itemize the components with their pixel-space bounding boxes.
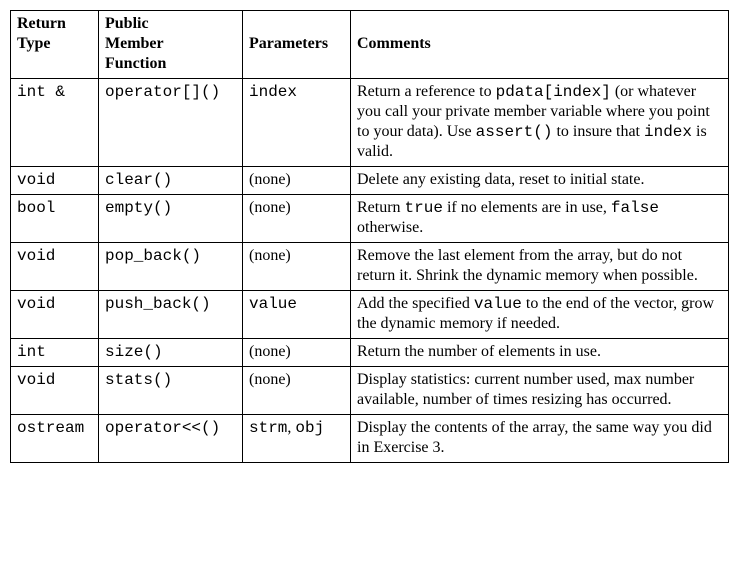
code-text: assert()	[476, 123, 553, 141]
header-text: Comments	[357, 35, 431, 52]
text: to insure that	[552, 123, 644, 140]
header-text: Public	[105, 15, 149, 32]
cell-comments: Return true if no elements are in use, f…	[351, 195, 729, 243]
text: Return a reference to	[357, 83, 496, 100]
cell-return-type: int &	[11, 79, 99, 167]
cell-parameters: value	[243, 291, 351, 339]
cell-return-type: void	[11, 291, 99, 339]
cell-parameters: (none)	[243, 339, 351, 367]
cell-parameters: (none)	[243, 167, 351, 195]
cell-comments: Display statistics: current number used,…	[351, 367, 729, 415]
text: Display the contents of the array, the s…	[357, 419, 712, 456]
table-row: bool empty() (none) Return true if no el…	[11, 195, 729, 243]
header-return-type: Return Type	[11, 11, 99, 79]
header-text: Function	[105, 55, 166, 72]
header-text: Type	[17, 35, 50, 52]
cell-member-function: size()	[99, 339, 243, 367]
cell-parameters: (none)	[243, 367, 351, 415]
cell-member-function: stats()	[99, 367, 243, 415]
cell-return-type: int	[11, 339, 99, 367]
header-parameters: Parameters	[243, 11, 351, 79]
cell-member-function: empty()	[99, 195, 243, 243]
header-text: Return	[17, 15, 66, 32]
header-comments: Comments	[351, 11, 729, 79]
cell-comments: Display the contents of the array, the s…	[351, 415, 729, 463]
cell-comments: Remove the last element from the array, …	[351, 243, 729, 291]
cell-comments: Add the specified value to the end of th…	[351, 291, 729, 339]
cell-parameters: (none)	[243, 195, 351, 243]
text: Add the specified	[357, 295, 474, 312]
code-text: index	[644, 123, 692, 141]
text: Delete any existing data, reset to initi…	[357, 171, 644, 188]
header-text: Parameters	[249, 35, 328, 52]
member-functions-table: Return Type Public Member Function Param…	[10, 10, 729, 463]
cell-parameters: index	[243, 79, 351, 167]
cell-comments: Return the number of elements in use.	[351, 339, 729, 367]
cell-return-type: ostream	[11, 415, 99, 463]
text: if no elements are in use,	[443, 199, 611, 216]
cell-member-function: operator[]()	[99, 79, 243, 167]
cell-parameters: strm, obj	[243, 415, 351, 463]
header-member-function: Public Member Function	[99, 11, 243, 79]
text: Return the number of elements in use.	[357, 343, 601, 360]
cell-member-function: pop_back()	[99, 243, 243, 291]
code-text: value	[474, 295, 522, 313]
code-text: true	[405, 199, 443, 217]
param-text: strm	[249, 419, 287, 437]
cell-member-function: push_back()	[99, 291, 243, 339]
table-row: void pop_back() (none) Remove the last e…	[11, 243, 729, 291]
cell-member-function: clear()	[99, 167, 243, 195]
code-text: false	[611, 199, 659, 217]
table-row: ostream operator<<() strm, obj Display t…	[11, 415, 729, 463]
cell-member-function: operator<<()	[99, 415, 243, 463]
cell-return-type: void	[11, 243, 99, 291]
table-row: void clear() (none) Delete any existing …	[11, 167, 729, 195]
code-text: pdata[index]	[496, 83, 611, 101]
table-row: void stats() (none) Display statistics: …	[11, 367, 729, 415]
text: Remove the last element from the array, …	[357, 247, 698, 284]
text: Display statistics: current number used,…	[357, 371, 694, 408]
cell-return-type: bool	[11, 195, 99, 243]
text: otherwise.	[357, 219, 423, 236]
cell-return-type: void	[11, 367, 99, 415]
cell-comments: Return a reference to pdata[index] (or w…	[351, 79, 729, 167]
table-row: int & operator[]() index Return a refere…	[11, 79, 729, 167]
text: Return	[357, 199, 405, 216]
table-header-row: Return Type Public Member Function Param…	[11, 11, 729, 79]
cell-return-type: void	[11, 167, 99, 195]
param-text: obj	[295, 419, 324, 437]
cell-parameters: (none)	[243, 243, 351, 291]
table-row: void push_back() value Add the specified…	[11, 291, 729, 339]
header-text: Member	[105, 35, 164, 52]
cell-comments: Delete any existing data, reset to initi…	[351, 167, 729, 195]
table-row: int size() (none) Return the number of e…	[11, 339, 729, 367]
